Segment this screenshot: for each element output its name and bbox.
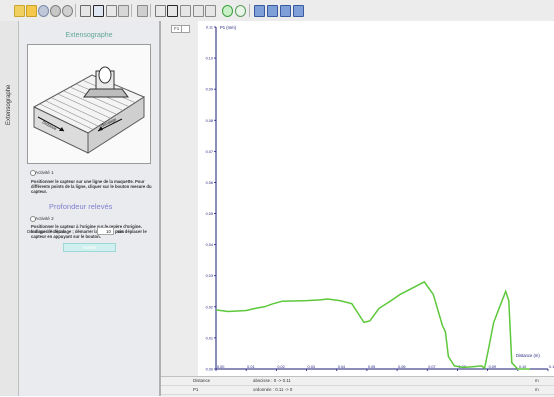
pan-icon[interactable] [193, 5, 204, 17]
y-tick-label: 0.07 [206, 150, 213, 154]
offset-input[interactable]: 10 [97, 227, 114, 235]
series-legend-label: P1 (mm) [220, 25, 237, 30]
refresh-icon[interactable] [222, 5, 233, 17]
extensographe-panel: Extensographe Distance décalage Activité… [19, 21, 161, 396]
x-tick-label: 0.01 [247, 365, 254, 369]
toolbar-separator [75, 4, 76, 17]
y-tick-label: 0.09 [206, 88, 213, 92]
cursor-icon[interactable] [180, 5, 191, 17]
y-tick-label: 0.06 [206, 181, 213, 185]
x-tick-label: 0.04 [338, 365, 345, 369]
layout-2-icon[interactable] [267, 5, 278, 17]
table-icon[interactable] [80, 5, 91, 17]
status-row1-unit: m [535, 378, 539, 383]
status-row2-label: P1 [193, 387, 199, 392]
activity-2-label: Activité 2 [35, 216, 54, 221]
x-tick-label: 0.09 [489, 365, 496, 369]
y-tick-label: 0.08 [206, 119, 213, 123]
record-icon[interactable] [62, 5, 73, 17]
layout-4-icon[interactable] [293, 5, 304, 17]
device-illustration: Distance décalage [27, 44, 151, 164]
y-tick-label: 0.03 [206, 274, 213, 278]
zoom-icon[interactable] [167, 5, 178, 17]
panel-title: Extensographe [65, 32, 113, 39]
activity-1-label: Activité 1 [35, 170, 54, 175]
extensograph-device-image: Distance décalage [32, 66, 146, 154]
graph-tab-options-icon[interactable] [181, 25, 190, 33]
vertical-tab-label: Extensographe [6, 84, 12, 125]
plot-background [198, 21, 554, 376]
camera-icon[interactable] [50, 5, 61, 17]
y-tick-label: 0.10 [206, 57, 213, 61]
toolbar [0, 0, 554, 22]
status-row-distance: Distance abscisse : 0 -> 0.11 m [161, 377, 554, 386]
side-vertical-tab[interactable]: Extensographe [0, 21, 19, 396]
new-file-icon[interactable] [14, 5, 25, 17]
x-tick-label: 0.05 [368, 365, 375, 369]
y-tick-label: 0.05 [206, 212, 213, 216]
status-row-p1: P1 ordonnée : 0.11 -> 0 m [161, 386, 554, 395]
depth-subtitle: Profondeur relevés [49, 202, 113, 211]
toolbar-separator [131, 4, 132, 17]
tools-icon[interactable] [118, 5, 129, 17]
capture-icon[interactable] [38, 5, 49, 17]
x-tick-label: 0.03 [308, 365, 315, 369]
sync-icon[interactable] [235, 5, 246, 17]
calculator-icon[interactable] [137, 5, 148, 17]
status-row1-text: abscisse : 0 -> 0.11 [253, 378, 291, 383]
activity-1-text: Positionner le capteur sur une ligne de … [31, 179, 152, 194]
toolbar-separator [249, 4, 250, 17]
status-row1-label: Distance [193, 378, 211, 383]
toolbar-separator [150, 4, 151, 17]
offset-unit: mm [117, 229, 125, 234]
y-tick-label: 0.00 [206, 368, 213, 372]
status-row2-unit: m [535, 387, 539, 392]
y-tick-label: 0.02 [206, 305, 213, 309]
x-tick-label: 0.00 [217, 365, 224, 369]
x-tick-label: 0.11 [549, 365, 554, 369]
y-tick-label: 0.04 [206, 243, 213, 247]
layout-3-icon[interactable] [280, 5, 291, 17]
offset-label: Décalage à l'origine : [27, 229, 68, 234]
measure-icon[interactable] [205, 5, 216, 17]
x-tick-label: 0.02 [277, 365, 284, 369]
graph-icon[interactable] [93, 5, 104, 17]
y-tick-label: 0.01 [206, 336, 213, 340]
status-row2-text: ordonnée : 0.11 -> 0 [253, 387, 293, 392]
window-icon[interactable] [106, 5, 117, 17]
measurement-chart[interactable]: 0.00 0.01 0.02 0.03 0.04 0.05 0.06 0.07 0.08 0.09… [198, 21, 554, 376]
validate-button[interactable]: Valider [63, 243, 116, 252]
x-axis-label: Distance (m) [516, 353, 540, 358]
x-tick-label: 0.06 [398, 365, 405, 369]
crosshair-icon[interactable] [155, 5, 166, 17]
x-tick-label: 0.07 [428, 365, 435, 369]
layout-1-icon[interactable] [254, 5, 265, 17]
status-bar: Distance abscisse : 0 -> 0.11 m P1 ordon… [161, 376, 554, 397]
open-folder-icon[interactable] [26, 5, 37, 17]
y-tick-label: 0.11 [206, 26, 213, 30]
